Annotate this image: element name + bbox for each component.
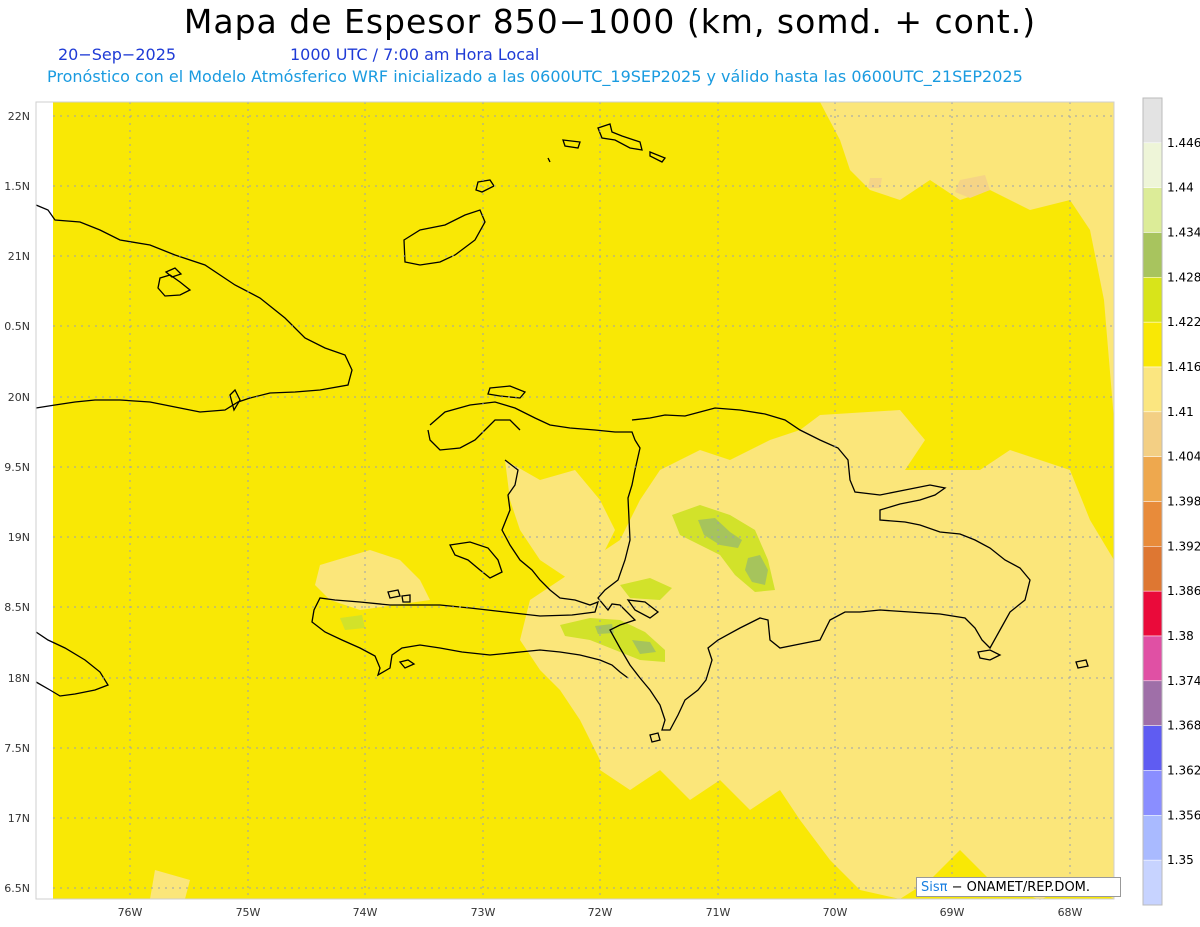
lon-label: 73W xyxy=(471,906,496,919)
sispi-logo: Sisπ xyxy=(921,880,948,895)
legend-swatch xyxy=(1142,97,1163,144)
lat-label: 9.5N xyxy=(4,461,30,474)
lon-label: 74W xyxy=(353,906,378,919)
credit-text: − ONAMET/REP.DOM. xyxy=(951,880,1091,895)
legend-level-label: 1.392 xyxy=(1167,539,1200,553)
legend-level-label: 1.416 xyxy=(1167,360,1200,374)
legend-swatch xyxy=(1142,187,1163,233)
lat-label: 22N xyxy=(8,110,30,123)
legend-level-label: 1.356 xyxy=(1167,808,1200,822)
lon-label: 76W xyxy=(118,906,143,919)
longitude-axis: 76W 75W 74W 73W 72W 71W 70W 69W 68W xyxy=(118,906,1083,919)
legend-swatch xyxy=(1142,456,1163,502)
legend-swatch xyxy=(1142,321,1163,368)
legend-swatch xyxy=(1142,770,1163,816)
legend-level-label: 1.422 xyxy=(1167,315,1200,329)
legend-swatch xyxy=(1142,277,1163,323)
lon-label: 75W xyxy=(236,906,261,919)
legend-level-label: 1.428 xyxy=(1167,270,1200,284)
legend-level-label: 1.404 xyxy=(1167,450,1200,464)
legend-swatch xyxy=(1142,411,1163,457)
legend-swatch xyxy=(1142,546,1163,592)
lon-label: 71W xyxy=(706,906,731,919)
lat-label: 8.5N xyxy=(4,601,30,614)
legend-level-label: 1.44 xyxy=(1167,181,1194,195)
legend-swatch xyxy=(1142,501,1163,547)
legend-swatch xyxy=(1142,815,1163,861)
legend-swatch xyxy=(1142,366,1163,413)
lat-label: 19N xyxy=(8,531,30,544)
legend-swatch xyxy=(1142,859,1163,906)
lon-label: 68W xyxy=(1058,906,1083,919)
legend-swatch xyxy=(1142,590,1163,637)
legend-level-label: 1.398 xyxy=(1167,495,1200,509)
lat-label: 18N xyxy=(8,672,30,685)
legend-swatch xyxy=(1142,635,1163,682)
lat-label: 7.5N xyxy=(4,742,30,755)
lat-label: 1.5N xyxy=(4,180,30,193)
legend-level-label: 1.434 xyxy=(1167,226,1200,240)
lat-label: 0.5N xyxy=(4,320,30,333)
lat-label: 17N xyxy=(8,812,30,825)
legend-level-label: 1.368 xyxy=(1167,719,1200,733)
legend-level-label: 1.446 xyxy=(1167,136,1200,150)
legend-level-label: 1.362 xyxy=(1167,764,1200,778)
lat-label: 21N xyxy=(8,250,30,263)
legend-swatch xyxy=(1142,232,1163,278)
legend-level-label: 1.38 xyxy=(1167,629,1194,643)
lon-label: 69W xyxy=(940,906,965,919)
legend-level-label: 1.41 xyxy=(1167,405,1194,419)
lon-label: 72W xyxy=(588,906,613,919)
legend-level-label: 1.374 xyxy=(1167,674,1200,688)
lon-label: 70W xyxy=(823,906,848,919)
credit-box: Sisπ − ONAMET/REP.DOM. xyxy=(916,877,1121,897)
legend-level-label: 1.35 xyxy=(1167,853,1194,867)
latitude-axis: 22N 1.5N 21N 0.5N 20N 9.5N 19N 8.5N 18N … xyxy=(4,110,30,895)
legend-level-label: 1.386 xyxy=(1167,584,1200,598)
legend-swatch xyxy=(1142,680,1163,726)
lat-label: 6.5N xyxy=(4,882,30,895)
thickness-map: 22N 1.5N 21N 0.5N 20N 9.5N 19N 8.5N 18N … xyxy=(4,97,1200,919)
legend-swatch xyxy=(1142,725,1163,771)
color-bar-legend: 1.446 1.44 1.434 1.428 1.422 1.416 1.41 1.404 1.… xyxy=(1142,97,1200,906)
legend-swatch xyxy=(1142,142,1163,188)
lat-label: 20N xyxy=(8,391,30,404)
